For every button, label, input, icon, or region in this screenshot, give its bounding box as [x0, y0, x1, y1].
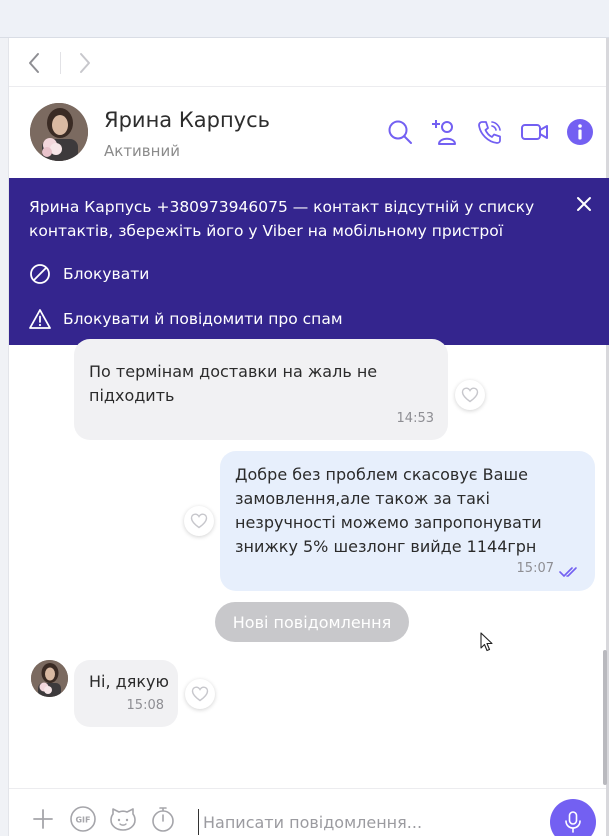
banner-close-button[interactable]: [573, 193, 595, 215]
microphone-icon: [565, 811, 581, 833]
heart-icon: [461, 387, 479, 403]
window-top-strip: [0, 0, 609, 38]
chevron-right-icon: [80, 53, 90, 73]
message-text: Ні, дякую: [89, 672, 169, 691]
message-bubble-outgoing[interactable]: Добре без проблем скасовує Ваше замовлен…: [220, 451, 595, 591]
contact-status: Активний: [104, 142, 180, 160]
block-button[interactable]: Блокувати: [29, 261, 149, 287]
attach-button[interactable]: [29, 805, 57, 833]
message-time: 14:53: [396, 411, 434, 426]
banner-text: Ярина Карпусь +380973946075 — контакт ві…: [29, 198, 535, 240]
call-button[interactable]: [475, 117, 505, 147]
new-messages-divider: Нові повідомлення: [215, 602, 409, 642]
message-bubble-incoming[interactable]: По термінам доставки на жаль не підходит…: [74, 339, 448, 440]
contact-avatar[interactable]: [30, 103, 88, 161]
voice-message-button[interactable]: [550, 799, 596, 836]
timer-button[interactable]: [149, 805, 177, 833]
nav-separator: [60, 52, 61, 74]
unknown-contact-banner: Ярина Карпусь +380973946075 — контакт ві…: [9, 178, 609, 345]
chat-header: Ярина Карпусь Активний: [9, 88, 606, 178]
like-button[interactable]: [184, 506, 214, 536]
heart-icon: [190, 513, 208, 529]
chat-scrollbar[interactable]: [603, 650, 607, 785]
info-icon: [567, 119, 593, 145]
phone-icon: [478, 121, 501, 144]
close-icon: [577, 197, 591, 211]
chevron-left-icon: [29, 53, 39, 73]
message-text: Добре без проблем скасовує Ваше замовлен…: [235, 465, 542, 556]
heart-icon: [191, 686, 209, 702]
back-button[interactable]: [20, 49, 48, 77]
svg-text:GIF: GIF: [75, 816, 90, 825]
message-list[interactable]: По термінам доставки на жаль не підходит…: [9, 339, 606, 785]
left-panel-edge: [0, 38, 9, 836]
message-time: 15:07: [516, 561, 554, 576]
message-input[interactable]: [198, 809, 538, 835]
add-contact-button[interactable]: [430, 117, 460, 147]
like-button[interactable]: [455, 380, 485, 410]
message-bubble-incoming[interactable]: Ні, дякую 15:08: [74, 660, 178, 727]
message-text: По термінам доставки на жаль не підходит…: [89, 362, 378, 405]
sticker-button[interactable]: [109, 805, 137, 833]
plus-icon: [33, 809, 53, 829]
timer-icon: [152, 807, 174, 832]
read-checkmarks-icon: [559, 567, 577, 577]
block-icon: [30, 264, 50, 284]
block-label: Блокувати: [63, 265, 150, 283]
sender-avatar[interactable]: [31, 660, 68, 697]
gif-button[interactable]: GIF: [69, 805, 97, 833]
warning-icon: [29, 309, 51, 329]
block-spam-label: Блокувати й повідомити про спам: [63, 310, 343, 328]
search-button[interactable]: [385, 117, 415, 147]
search-icon: [388, 120, 412, 144]
mouse-cursor-icon: [480, 632, 493, 652]
contact-name[interactable]: Ярина Карпусь: [104, 108, 270, 132]
info-button[interactable]: [565, 117, 595, 147]
gif-icon: GIF: [70, 806, 96, 832]
block-and-report-spam-button[interactable]: Блокувати й повідомити про спам: [29, 306, 343, 332]
sticker-icon: [110, 808, 136, 831]
add-contact-icon: [432, 120, 456, 145]
navigation-bar: [9, 39, 606, 87]
forward-button[interactable]: [71, 49, 99, 77]
video-call-button[interactable]: [520, 117, 550, 147]
message-time: 15:08: [126, 698, 164, 713]
like-button[interactable]: [185, 679, 215, 709]
message-composer: GIF: [9, 788, 606, 836]
video-icon: [521, 124, 548, 140]
